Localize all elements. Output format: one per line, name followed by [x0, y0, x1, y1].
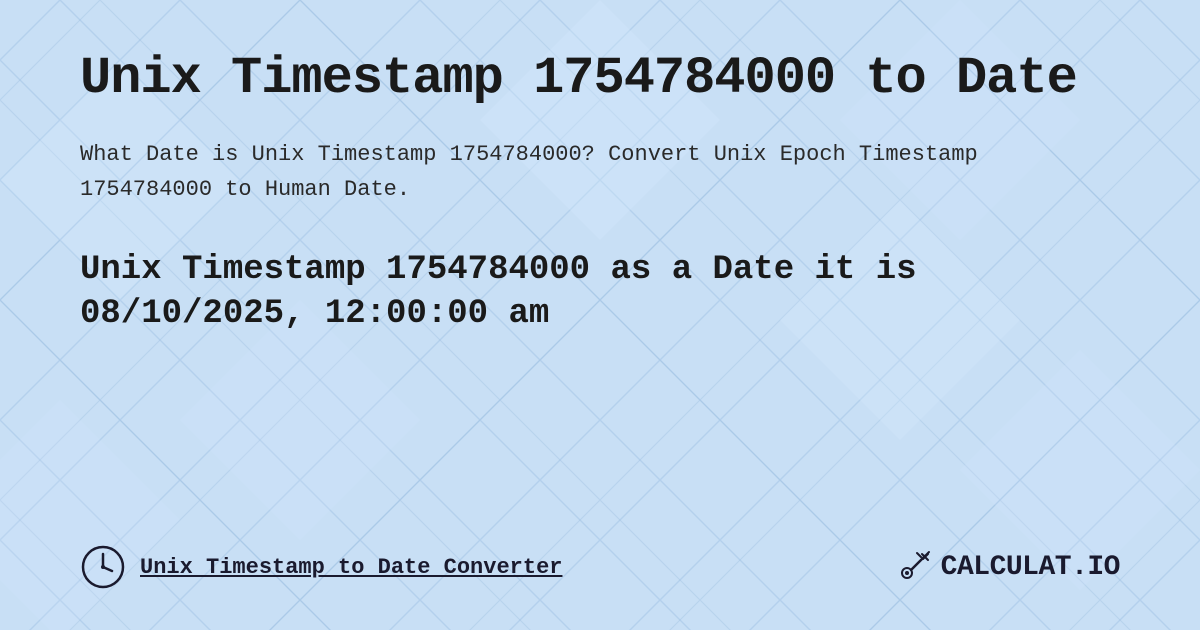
clock-icon [80, 544, 126, 590]
footer: Unix Timestamp to Date Converter CALCULA… [80, 524, 1120, 590]
page-description: What Date is Unix Timestamp 1754784000? … [80, 137, 1120, 207]
result-section: Unix Timestamp 1754784000 as a Date it i… [80, 248, 1120, 336]
page-title: Unix Timestamp 1754784000 to Date [80, 50, 1120, 107]
footer-left: Unix Timestamp to Date Converter [80, 544, 562, 590]
logo-icon [893, 547, 933, 587]
result-line1: Unix Timestamp 1754784000 as a Date it i… [80, 251, 917, 289]
result-line2: 08/10/2025, 12:00:00 am [80, 295, 549, 333]
logo-area: CALCULAT.IO [893, 547, 1120, 587]
footer-link[interactable]: Unix Timestamp to Date Converter [140, 555, 562, 580]
result-text: Unix Timestamp 1754784000 as a Date it i… [80, 248, 1120, 336]
logo-text: CALCULAT.IO [941, 552, 1120, 583]
